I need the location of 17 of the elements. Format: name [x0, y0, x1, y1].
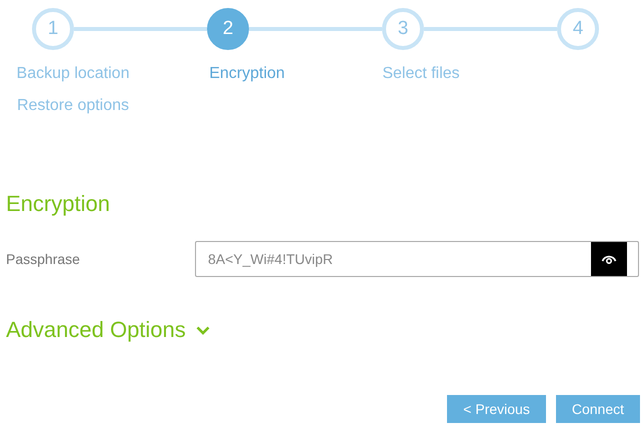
chevron-down-icon [196, 326, 210, 334]
step-label: Backup location [16, 65, 130, 83]
wizard-button[interactable]: < Previous [447, 395, 546, 423]
wizard-button[interactable]: Connect [556, 395, 640, 423]
step-label: Restore options [16, 97, 130, 115]
section-title: Encryption [6, 191, 111, 217]
show-password-button[interactable] [591, 242, 627, 276]
step-label: Encryption [208, 65, 286, 83]
step-label: Select files [381, 65, 461, 83]
step-circle[interactable]: 1 [32, 8, 74, 50]
advanced-options-toggle[interactable]: Advanced Options [6, 317, 210, 343]
step-circle[interactable]: 3 [382, 8, 424, 50]
step-circle[interactable]: 2 [207, 8, 249, 50]
passphrase-label: Passphrase [6, 251, 81, 267]
eye-icon [601, 253, 617, 265]
passphrase-field[interactable]: 8A<Y_Wi#4!TUvipR [195, 241, 639, 277]
step-circle[interactable]: 4 [557, 8, 599, 50]
